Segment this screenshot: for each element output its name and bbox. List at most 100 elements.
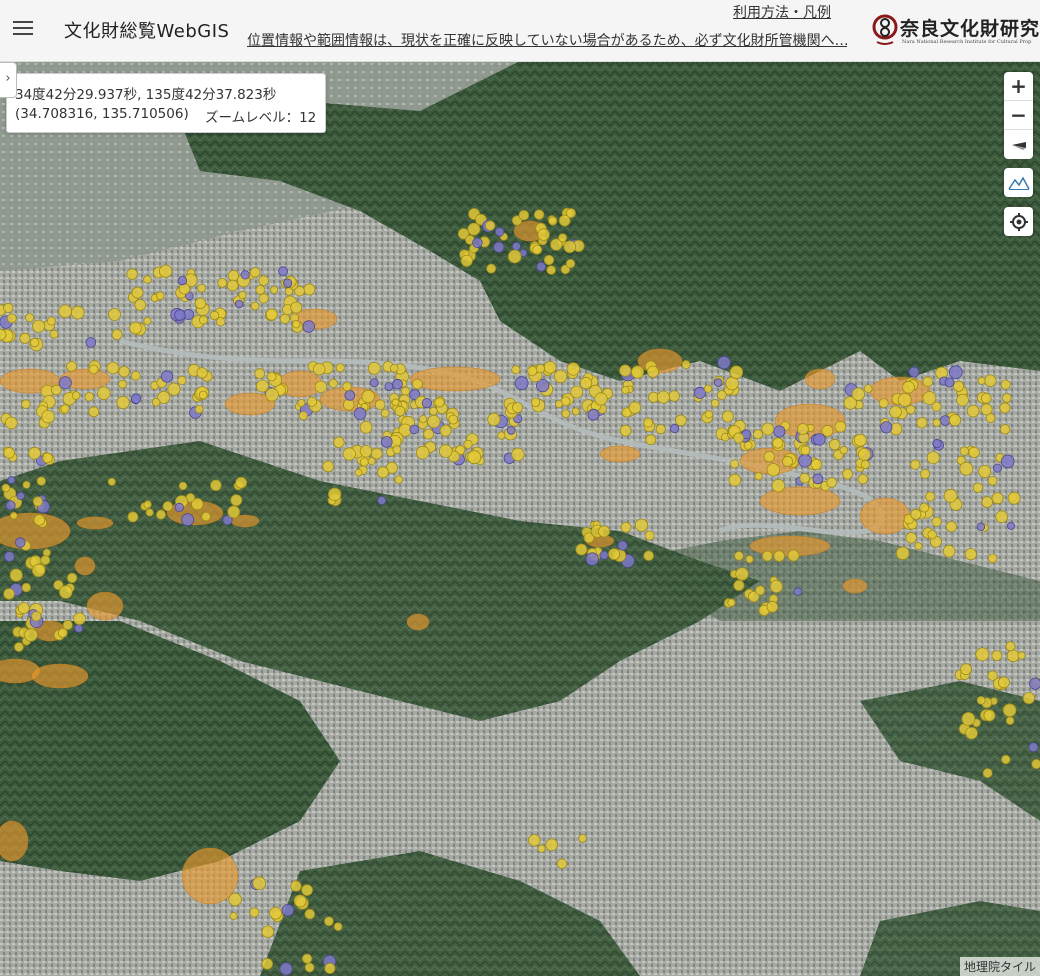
site-point[interactable] (810, 458, 823, 471)
site-point[interactable] (922, 376, 934, 388)
site-point[interactable] (644, 530, 655, 541)
site-point-alt[interactable] (472, 237, 483, 249)
site-point[interactable] (380, 408, 390, 418)
site-point[interactable] (178, 282, 191, 295)
site-point-alt[interactable] (1000, 454, 1015, 469)
site-point[interactable] (255, 379, 269, 393)
site-point[interactable] (250, 301, 260, 311)
site-point[interactable] (292, 320, 301, 329)
site-point[interactable] (9, 511, 18, 520)
site-point-alt[interactable] (536, 261, 546, 272)
site-point-alt[interactable] (74, 624, 84, 633)
site-point[interactable] (265, 387, 279, 402)
site-point[interactable] (555, 400, 563, 409)
site-point[interactable] (62, 619, 73, 631)
site-point[interactable] (565, 258, 576, 269)
site-point[interactable] (198, 390, 208, 400)
site-point[interactable] (266, 371, 277, 382)
site-point[interactable] (71, 391, 81, 400)
site-point[interactable] (367, 457, 376, 466)
site-point[interactable] (269, 906, 283, 920)
site-point[interactable] (377, 466, 389, 479)
site-point[interactable] (3, 447, 15, 459)
site-point[interactable] (13, 642, 24, 652)
site-point[interactable] (563, 240, 576, 254)
site-point[interactable] (1002, 393, 1012, 403)
site-point[interactable] (151, 397, 161, 407)
site-point[interactable] (73, 612, 86, 625)
site-point[interactable] (982, 768, 993, 779)
site-point-alt[interactable] (234, 299, 244, 309)
site-point[interactable] (313, 363, 326, 376)
usage-legend-link[interactable]: 利用方法・凡例 (733, 2, 831, 22)
site-point[interactable] (97, 386, 111, 400)
site-point[interactable] (235, 476, 248, 489)
site-point[interactable] (608, 548, 621, 561)
site-point-alt[interactable] (494, 227, 505, 237)
site-point-alt[interactable] (421, 397, 432, 409)
site-point[interactable] (389, 363, 399, 373)
site-point[interactable] (304, 962, 315, 973)
site-point[interactable] (194, 404, 204, 414)
site-point[interactable] (643, 417, 654, 428)
site-point[interactable] (507, 249, 522, 264)
site-point[interactable] (252, 876, 267, 890)
site-point-alt[interactable] (174, 309, 186, 321)
site-point-alt[interactable] (369, 378, 379, 388)
site-point[interactable] (497, 431, 506, 440)
site-point-alt[interactable] (278, 266, 289, 277)
site-point[interactable] (771, 479, 786, 493)
site-point[interactable] (745, 555, 754, 564)
site-point[interactable] (553, 369, 568, 384)
site-point-alt[interactable] (85, 337, 97, 348)
site-point[interactable] (228, 892, 242, 907)
site-point[interactable] (159, 264, 173, 278)
site-point[interactable] (905, 532, 917, 544)
site-point[interactable] (467, 450, 482, 465)
site-point[interactable] (800, 445, 811, 456)
site-point[interactable] (527, 365, 538, 376)
site-point[interactable] (1000, 379, 1011, 390)
site-point[interactable] (301, 884, 314, 896)
site-point-alt[interactable] (1029, 677, 1040, 690)
site-point[interactable] (6, 313, 17, 324)
site-point[interactable] (927, 530, 937, 540)
site-point[interactable] (400, 386, 410, 396)
site-point[interactable] (960, 663, 972, 676)
site-point[interactable] (619, 364, 632, 377)
site-point[interactable] (71, 305, 85, 320)
site-point[interactable] (537, 228, 550, 241)
site-point[interactable] (733, 432, 745, 444)
site-point-alt[interactable] (993, 463, 1003, 473)
site-point[interactable] (1006, 649, 1020, 663)
site-point[interactable] (201, 511, 211, 522)
site-point[interactable] (323, 916, 334, 927)
site-point[interactable] (762, 550, 773, 562)
site-point[interactable] (932, 418, 941, 427)
site-point[interactable] (145, 508, 154, 517)
accuracy-notice-link[interactable]: 位置情報や範囲情報は、現状を正確に反映していない場合があるため、必ず文化財所管機… (247, 30, 847, 50)
site-point[interactable] (991, 650, 1003, 661)
site-point[interactable] (29, 337, 40, 348)
site-point[interactable] (361, 389, 375, 404)
site-point[interactable] (374, 399, 386, 411)
site-point-alt[interactable] (813, 433, 826, 446)
site-point-alt[interactable] (880, 421, 893, 434)
site-point[interactable] (423, 428, 435, 440)
site-point[interactable] (59, 585, 73, 599)
site-point[interactable] (1001, 754, 1011, 765)
site-point[interactable] (926, 451, 940, 465)
site-point[interactable] (335, 363, 345, 373)
site-point[interactable] (978, 464, 992, 478)
site-point[interactable] (959, 446, 970, 456)
site-point[interactable] (981, 496, 993, 508)
site-point[interactable] (314, 380, 328, 394)
site-point[interactable] (328, 487, 342, 502)
site-point[interactable] (127, 511, 139, 523)
site-point[interactable] (983, 709, 996, 722)
site-point[interactable] (571, 407, 580, 416)
site-point[interactable] (9, 568, 23, 582)
sidebar-toggle-chevron-icon[interactable]: › (0, 62, 17, 98)
site-point[interactable] (460, 254, 473, 267)
site-point[interactable] (265, 308, 278, 321)
